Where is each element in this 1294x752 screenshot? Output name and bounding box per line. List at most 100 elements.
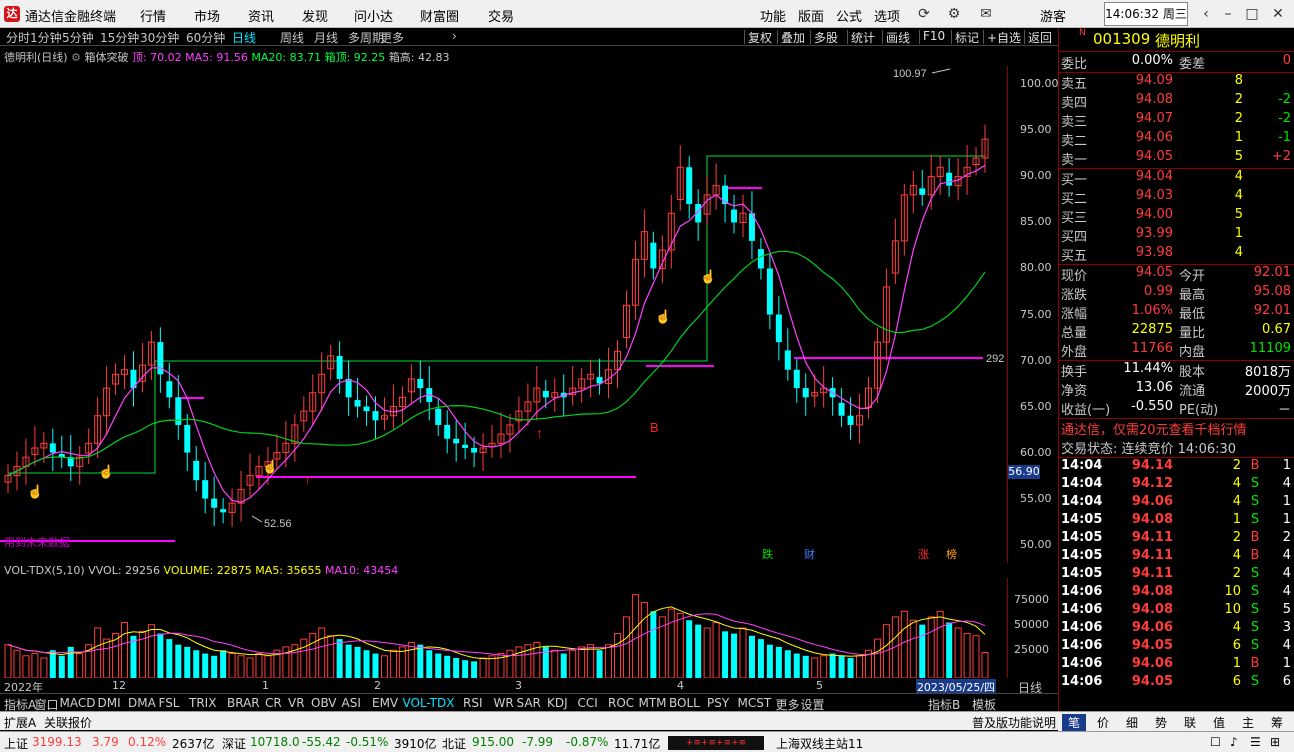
menu-item-2[interactable]: 资讯 xyxy=(248,6,274,25)
maximize-icon[interactable]: □ xyxy=(1242,4,1262,24)
candle-body xyxy=(784,350,791,370)
new-stock-flag: N xyxy=(1079,28,1086,38)
panel-tab-2[interactable]: 细 xyxy=(1126,714,1138,731)
volume-chart[interactable] xyxy=(0,578,1007,678)
panel-tab-3[interactable]: 势 xyxy=(1155,714,1167,731)
menu-item-3[interactable]: 发现 xyxy=(302,6,328,25)
indicator-tab-2[interactable]: MACD xyxy=(60,696,96,710)
tool-0[interactable]: 复权 xyxy=(748,29,772,46)
minimize-icon[interactable]: – xyxy=(1218,4,1238,24)
indicator-tab-16[interactable]: SAR xyxy=(517,696,541,710)
status-icon-1[interactable]: ☐ xyxy=(1210,735,1221,749)
indicator-tab-20[interactable]: MTM xyxy=(639,696,667,710)
candle-body xyxy=(757,249,764,269)
indicator-tab-9[interactable]: VR xyxy=(288,696,305,710)
event-marker[interactable]: 跌 xyxy=(762,547,773,561)
period-0[interactable]: 分时 xyxy=(6,29,30,46)
top-func-0[interactable]: 功能 xyxy=(760,6,786,25)
indicator-tab-19[interactable]: ROC xyxy=(608,696,634,710)
feature-help-link[interactable]: 普及版功能说明 xyxy=(972,714,1056,731)
panel-tab-7[interactable]: 筹 xyxy=(1271,714,1283,731)
top-func-2[interactable]: 公式 xyxy=(836,6,862,25)
ask-volume: 1 xyxy=(1234,130,1243,145)
status-icon-2[interactable]: ♪ xyxy=(1230,735,1238,749)
indicator-tab-21[interactable]: BOLL xyxy=(669,696,700,710)
restore-icon[interactable]: ‹ xyxy=(1196,4,1216,24)
stock-code[interactable]: 001309 xyxy=(1093,30,1150,48)
expand-tab-1[interactable]: 关联报价 xyxy=(44,714,92,731)
event-marker[interactable]: 涨 xyxy=(918,548,929,561)
event-marker[interactable]: 榜 xyxy=(946,547,957,561)
indicator-tab-3[interactable]: DMI xyxy=(98,696,121,710)
indicator-tab-15[interactable]: WR xyxy=(494,696,514,710)
tool-5[interactable]: F10 xyxy=(923,29,945,43)
top-func-3[interactable]: 选项 xyxy=(874,6,900,25)
mail-icon[interactable]: ✉ xyxy=(976,4,996,24)
indicator-tab-11[interactable]: ASI xyxy=(342,696,361,710)
tool-3[interactable]: 统计 xyxy=(851,29,875,46)
volume-indicator-name[interactable]: VOL-TDX(5,10) xyxy=(4,564,85,577)
period-more-arrow-icon[interactable]: › xyxy=(452,29,457,43)
menu-item-1[interactable]: 市场 xyxy=(194,6,220,25)
tick-time: 14:06 xyxy=(1061,620,1103,635)
settings-icon[interactable]: ⚙ xyxy=(944,4,964,24)
panel-tab-6[interactable]: 主 xyxy=(1242,714,1254,731)
period-4[interactable]: 30分钟 xyxy=(140,29,179,46)
indicator-tab-18[interactable]: CCI xyxy=(578,696,598,710)
status-icon-4[interactable]: ⊞ xyxy=(1270,735,1280,749)
menu-item-5[interactable]: 财富圈 xyxy=(420,6,459,25)
indicator-tab-7[interactable]: BRAR xyxy=(227,696,260,710)
tool-7[interactable]: +自选 xyxy=(987,29,1021,46)
indicator-tab-12[interactable]: EMV xyxy=(372,696,398,710)
expand-tab-0[interactable]: 扩展A xyxy=(4,714,36,731)
indicator-tab-23[interactable]: MCST xyxy=(738,696,772,710)
stock-period-label: 德明利(日线) xyxy=(4,51,68,64)
period-3[interactable]: 15分钟 xyxy=(100,29,139,46)
top-func-1[interactable]: 版面 xyxy=(798,6,824,25)
refresh-icon[interactable]: ⟳ xyxy=(914,4,934,24)
candlestick-chart[interactable]: 100.97 52.56 292 用到未来数据 B ↑ ↑ ↑ ☝ ☝ ☝ ☝ ☝ 跌 财 涨 榜 xyxy=(0,66,1058,563)
guest-label[interactable]: 游客 xyxy=(1040,6,1066,25)
panel-tab-1[interactable]: 价 xyxy=(1097,714,1109,731)
panel-tab-5[interactable]: 值 xyxy=(1213,714,1225,731)
indicator-tab-13[interactable]: VOL-TDX xyxy=(403,696,455,710)
tool-8[interactable]: 返回 xyxy=(1028,29,1052,46)
indicator-tab-10[interactable]: OBV xyxy=(311,696,337,710)
menu-item-0[interactable]: 行情 xyxy=(140,6,166,25)
sh-label[interactable]: 上证 xyxy=(4,735,28,752)
indicator-tab-17[interactable]: KDJ xyxy=(547,696,568,710)
indicator-tab-8[interactable]: CR xyxy=(265,696,282,710)
stock-name[interactable]: 德明利 xyxy=(1155,30,1200,51)
tool-4[interactable]: 画线 xyxy=(886,29,910,46)
indicator-gear-icon[interactable]: ⚙ xyxy=(71,51,81,64)
indicator-tab-5[interactable]: FSL xyxy=(159,696,180,710)
period-8[interactable]: 月线 xyxy=(314,29,338,46)
period-6[interactable]: 日线 xyxy=(232,29,256,46)
indicator-tab-14[interactable]: RSI xyxy=(463,696,483,710)
indicator-tab-6[interactable]: TRIX xyxy=(189,696,216,710)
period-5[interactable]: 60分钟 xyxy=(186,29,225,46)
sz-label[interactable]: 深证 xyxy=(222,735,246,752)
panel-tab-0[interactable]: 笔 xyxy=(1062,714,1087,731)
event-marker[interactable]: 财 xyxy=(804,547,815,561)
close-icon[interactable]: ✕ xyxy=(1268,4,1288,24)
menu-item-4[interactable]: 问小达 xyxy=(354,6,393,25)
bz-label[interactable]: 北证 xyxy=(442,735,466,752)
tool-2[interactable]: 多股 xyxy=(814,29,838,46)
indicator-tab-22[interactable]: PSY xyxy=(707,696,729,710)
panel-tab-4[interactable]: 联 xyxy=(1184,714,1196,731)
promo-link[interactable]: 通达信，仅需20元查看千档行情 xyxy=(1061,419,1247,438)
period-2[interactable]: 5分钟 xyxy=(62,29,94,46)
indicator-name[interactable]: 箱体突破 xyxy=(84,51,128,64)
period-7[interactable]: 周线 xyxy=(280,29,304,46)
period-9[interactable]: 多周期 xyxy=(348,29,384,46)
period-1[interactable]: 1分钟 xyxy=(30,29,62,46)
menu-item-6[interactable]: 交易 xyxy=(488,6,514,25)
server-station[interactable]: 上海双线主站11 xyxy=(776,735,863,752)
tool-1[interactable]: 叠加 xyxy=(781,29,805,46)
indicator-tab-4[interactable]: DMA xyxy=(128,696,156,710)
tool-6[interactable]: 标记 xyxy=(955,29,979,46)
hand-marker-icon: ☝ xyxy=(700,268,716,285)
period-10[interactable]: 更多 xyxy=(380,29,404,46)
status-icon-3[interactable]: ☰ xyxy=(1250,735,1261,749)
